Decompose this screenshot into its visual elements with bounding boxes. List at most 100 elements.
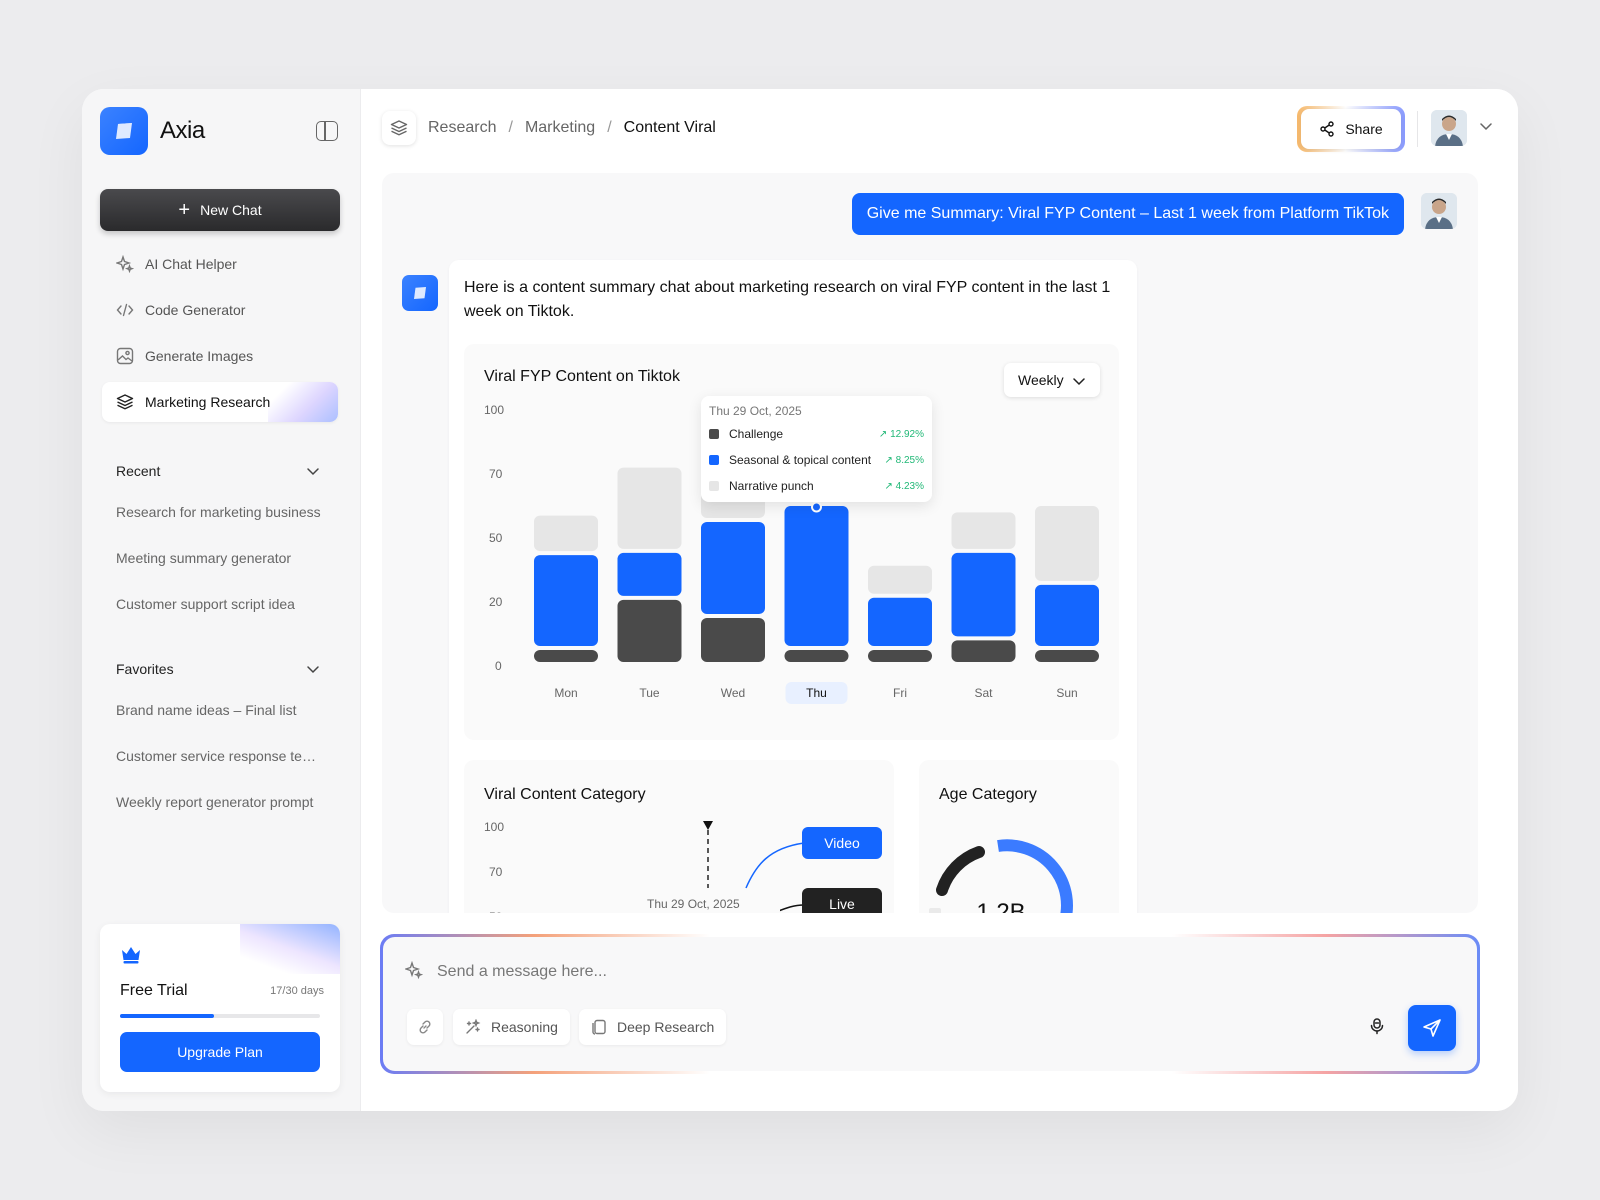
share-label: Share: [1345, 121, 1383, 137]
sidebar-item-generate-images[interactable]: Generate Images: [102, 336, 338, 376]
sidebar-item-label: AI Chat Helper: [145, 256, 237, 272]
sidebar-item-ai-chat-helper[interactable]: AI Chat Helper: [102, 244, 338, 284]
y-tick-label: 50: [489, 531, 503, 545]
list-item[interactable]: Research for marketing business: [116, 502, 326, 548]
highlight-point: [811, 501, 822, 513]
send-button[interactable]: [1408, 1005, 1456, 1051]
x-tick-label: Sun: [1056, 686, 1077, 700]
bar-wed-1[interactable]: [701, 618, 765, 662]
bar-fri-1[interactable]: [868, 650, 932, 662]
bar-tue-3[interactable]: [617, 467, 682, 549]
tooltip-row: Narrative punch ↗ 4.23%: [709, 478, 924, 494]
category-chart: 100 70 50 Thu 29 Oct, 2025 Video Live: [484, 820, 882, 913]
chevron-down-icon[interactable]: [1479, 119, 1493, 133]
logo-icon: [414, 287, 426, 299]
app-window: Axia + New Chat AI Chat Helper Code Gene…: [82, 89, 1518, 1111]
image-icon: [116, 347, 134, 365]
trend-up-icon: ↗: [884, 480, 896, 492]
sidebar-nav: AI Chat Helper Code Generator Generate I…: [102, 244, 338, 428]
recent-list: Research for marketing business Meeting …: [116, 502, 326, 640]
bar-tue-1[interactable]: [617, 599, 682, 662]
bar-sat-1[interactable]: [951, 640, 1016, 662]
age-category-card: Age Category 1.2B: [919, 760, 1119, 913]
x-tick-label: Thu: [806, 686, 827, 700]
new-chat-button[interactable]: + New Chat: [100, 189, 340, 231]
bar-sun-2[interactable]: [1035, 584, 1099, 646]
list-item[interactable]: Brand name ideas – Final list: [116, 700, 326, 746]
microphone-icon[interactable]: [1368, 1017, 1386, 1035]
attach-button[interactable]: [407, 1009, 443, 1045]
recent-title: Recent: [116, 463, 161, 479]
assistant-avatar: [402, 275, 438, 311]
share-button[interactable]: Share: [1301, 109, 1401, 149]
trial-title: Free Trial: [120, 982, 188, 999]
list-item[interactable]: Customer service response template: [116, 746, 326, 792]
video-line: [745, 842, 805, 889]
live-line: [775, 904, 805, 913]
legend-swatch: [709, 429, 719, 439]
breadcrumb-separator: /: [508, 119, 513, 136]
breadcrumb: Research / Marketing / Content Viral: [428, 119, 716, 137]
user-avatar-icon: [1421, 193, 1457, 229]
video-tag-label: Video: [824, 835, 860, 851]
upgrade-plan-button[interactable]: Upgrade Plan: [120, 1032, 320, 1072]
x-tick-label: Sat: [974, 686, 993, 700]
user-message: Give me Summary: Viral FYP Content – Las…: [851, 193, 1404, 235]
viral-category-card: Viral Content Category 100 70 50 Thu 29 …: [464, 760, 894, 913]
bar-mon-3[interactable]: [534, 515, 598, 552]
y-tick-label: 20: [489, 595, 503, 609]
x-tick-label: Fri: [893, 686, 907, 700]
gauge-arc-dark: [936, 846, 985, 896]
avatar[interactable]: [1431, 110, 1467, 146]
tooltip-pct-value: 12.92%: [890, 428, 924, 440]
user-avatar-icon: [1431, 110, 1467, 146]
workspace-button[interactable]: [382, 111, 416, 145]
sidebar-toggle-icon[interactable]: [316, 121, 338, 141]
sidebar-item-label: Code Generator: [145, 302, 246, 318]
deep-research-button[interactable]: Deep Research: [579, 1009, 727, 1045]
bar-thu-1[interactable]: [784, 650, 849, 662]
list-item[interactable]: Meeting summary generator: [116, 548, 326, 594]
topbar: Research / Marketing / Content Viral Sha…: [361, 89, 1518, 169]
trial-progress-bar: [120, 1014, 320, 1018]
tooltip-pct: ↗ 8.25%: [884, 455, 924, 466]
message-input[interactable]: [437, 959, 1237, 985]
y-tick-label: 70: [489, 467, 503, 481]
bar-thu-2[interactable]: [784, 506, 849, 646]
bar-sun-1[interactable]: [1035, 650, 1099, 662]
bar-mon-2[interactable]: [534, 555, 598, 646]
sidebar: Axia + New Chat AI Chat Helper Code Gene…: [82, 89, 361, 1111]
favorites-header[interactable]: Favorites: [116, 661, 320, 677]
gauge-value: 1.2B: [976, 899, 1025, 913]
bar-sat-3[interactable]: [951, 512, 1016, 549]
assistant-message-text: Here is a content summary chat about mar…: [464, 279, 1111, 320]
avatar: [1421, 193, 1457, 229]
bar-sat-2[interactable]: [951, 552, 1016, 637]
breadcrumb-item[interactable]: Research: [428, 119, 496, 137]
bar-fri-2[interactable]: [868, 597, 932, 646]
tooltip-row: Seasonal & topical content ↗ 8.25%: [709, 452, 924, 468]
sidebar-item-code-generator[interactable]: Code Generator: [102, 290, 338, 330]
deep-research-label: Deep Research: [617, 1019, 715, 1035]
bar-sun-3[interactable]: [1035, 506, 1099, 581]
bar-mon-1[interactable]: [534, 650, 598, 662]
tooltip-row: Challenge ↗ 12.92%: [709, 426, 924, 442]
brand[interactable]: Axia: [100, 107, 205, 155]
breadcrumb-item[interactable]: Marketing: [525, 119, 595, 137]
list-item[interactable]: Customer support script idea: [116, 594, 326, 640]
reasoning-button[interactable]: Reasoning: [453, 1009, 570, 1045]
x-tick-label: Wed: [721, 686, 745, 700]
recent-header[interactable]: Recent: [116, 463, 320, 479]
viral-chart-card: Viral FYP Content on Tiktok Weekly 0 20 50…: [464, 344, 1119, 740]
chart-tooltip: Thu 29 Oct, 2025 Challenge ↗ 12.92% Seas…: [701, 396, 932, 502]
plus-icon: +: [178, 199, 191, 221]
list-item[interactable]: Weekly report generator prompt: [116, 792, 326, 838]
sidebar-item-label: Generate Images: [145, 348, 254, 364]
sidebar-item-marketing-research[interactable]: Marketing Research: [102, 382, 338, 422]
bar-tue-2[interactable]: [617, 552, 682, 596]
live-tag-label: Live: [829, 896, 855, 912]
chevron-down-icon: [307, 666, 319, 674]
bar-fri-3[interactable]: [868, 565, 932, 594]
bar-wed-2[interactable]: [701, 522, 765, 614]
link-icon: [419, 1020, 431, 1034]
